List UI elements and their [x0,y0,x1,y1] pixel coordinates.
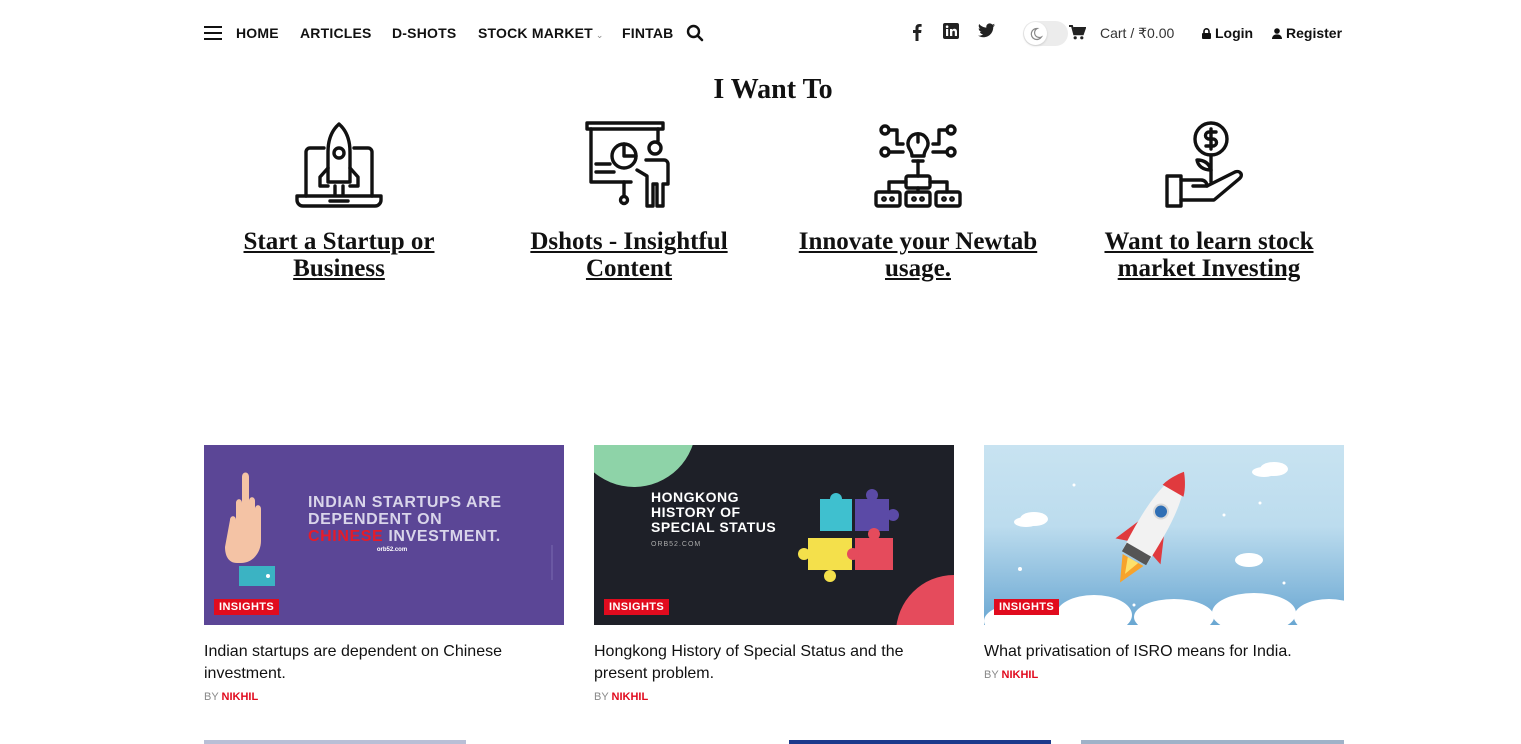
learn-stock-market-link[interactable]: Want to learn stock market Investing [1079,228,1339,282]
thumbnail-caption-line1: INDIAN STARTUPS ARE [308,494,502,511]
login-link[interactable]: Login [1202,25,1253,41]
next-card-thumbnail-peek [204,740,466,744]
author-link[interactable]: NIKHIL [612,691,649,703]
nav-articles[interactable]: ARTICLES [300,25,372,41]
linkedin-icon[interactable] [943,23,959,44]
option-stock-market: Want to learn stock market Investing [1079,120,1339,282]
facebook-icon[interactable] [912,23,922,46]
idea-network-icon [874,124,962,208]
article-meta: BY NIKHIL [204,691,564,703]
nav-stock-market[interactable]: STOCK MARKET ⌄ [478,25,604,41]
rocket-illustration [984,462,1344,625]
next-card-thumbnail-peek [789,740,1051,744]
article-thumbnail[interactable]: INDIAN STARTUPS ARE DEPENDENT ON CHINESE… [204,445,564,625]
category-badge[interactable]: INSIGHTS [994,599,1060,615]
article-thumbnail[interactable]: INSIGHTS [984,445,1344,625]
chevron-down-icon: ⌄ [595,30,604,40]
newtab-link[interactable]: Innovate your Newtab usage. [788,228,1048,282]
start-startup-link[interactable]: Start a Startup or Business [209,228,469,282]
by-label: BY [204,691,219,703]
lock-icon [1202,28,1211,39]
article-card: INSIGHTS What privatisation of ISRO mean… [984,445,1344,681]
nav-dshots[interactable]: D-SHOTS [392,25,456,41]
by-label: BY [594,691,609,703]
article-title[interactable]: Indian startups are dependent on Chinese… [204,641,564,685]
thumbnail-caption-line2: DEPENDENT ON [308,511,443,528]
thumbnail-site: ORB52.COM [651,541,702,548]
top-navigation: HOME ARTICLES D-SHOTS STOCK MARKET ⌄ FINT… [0,0,1521,66]
thumbnail-caption: HONGKONG HISTORY OF SPECIAL STATUS ORB52… [651,490,776,552]
nav-home[interactable]: HOME [236,25,279,41]
cart-icon[interactable] [1069,25,1087,45]
category-badge[interactable]: INSIGHTS [214,599,280,615]
register-link[interactable]: Register [1272,25,1342,41]
article-title[interactable]: Hongkong History of Special Status and t… [594,641,954,685]
thumbnail-caption-red: CHINESE [308,528,384,545]
article-card: INDIAN STARTUPS ARE DEPENDENT ON CHINESE… [204,445,564,703]
thumbnail-caption-line3: SPECIAL STATUS [651,519,777,535]
article-card: HONGKONG HISTORY OF SPECIAL STATUS ORB52… [594,445,954,703]
rocket-laptop-icon [295,122,383,208]
money-hand-icon [1165,121,1243,208]
thumbnail-site: orb52.com [376,547,408,553]
option-startup: Start a Startup or Business [209,120,469,282]
login-label: Login [1215,25,1254,41]
i-want-to-heading: I Want To [713,74,833,105]
moon-icon [1024,22,1047,45]
cart-link[interactable]: Cart / ₹0.00 [1100,25,1174,42]
nav-fintab[interactable]: FINTAB [622,25,674,41]
category-badge[interactable]: INSIGHTS [604,599,670,615]
next-card-thumbnail-peek [1081,740,1344,744]
hamburger-menu-icon[interactable] [204,26,222,40]
register-label: Register [1286,25,1343,41]
twitter-icon[interactable] [978,23,995,43]
author-link[interactable]: NIKHIL [1002,669,1039,681]
nav-stock-market-label: STOCK MARKET [478,25,593,41]
article-meta: BY NIKHIL [594,691,954,703]
by-label: BY [984,669,999,681]
article-thumbnail[interactable]: HONGKONG HISTORY OF SPECIAL STATUS ORB52… [594,445,954,625]
thumbnail-caption-rest: INVESTMENT. [383,528,501,545]
presentation-icon [585,121,670,208]
user-icon [1272,28,1282,39]
search-icon[interactable] [686,24,704,47]
article-meta: BY NIKHIL [984,669,1344,681]
thumbnail-caption-line2: HISTORY OF [651,504,741,520]
option-newtab: Innovate your Newtab usage. [788,120,1048,282]
author-link[interactable]: NIKHIL [222,691,259,703]
dshots-link[interactable]: Dshots - Insightful Content [499,228,759,282]
article-title[interactable]: What privatisation of ISRO means for Ind… [984,641,1344,663]
thumbnail-caption: INDIAN STARTUPS ARE DEPENDENT ON CHINESE… [308,494,502,555]
option-dshots: Dshots - Insightful Content [499,120,759,282]
thumbnail-caption-line1: HONGKONG [651,489,739,505]
dark-mode-toggle[interactable] [1023,21,1068,46]
